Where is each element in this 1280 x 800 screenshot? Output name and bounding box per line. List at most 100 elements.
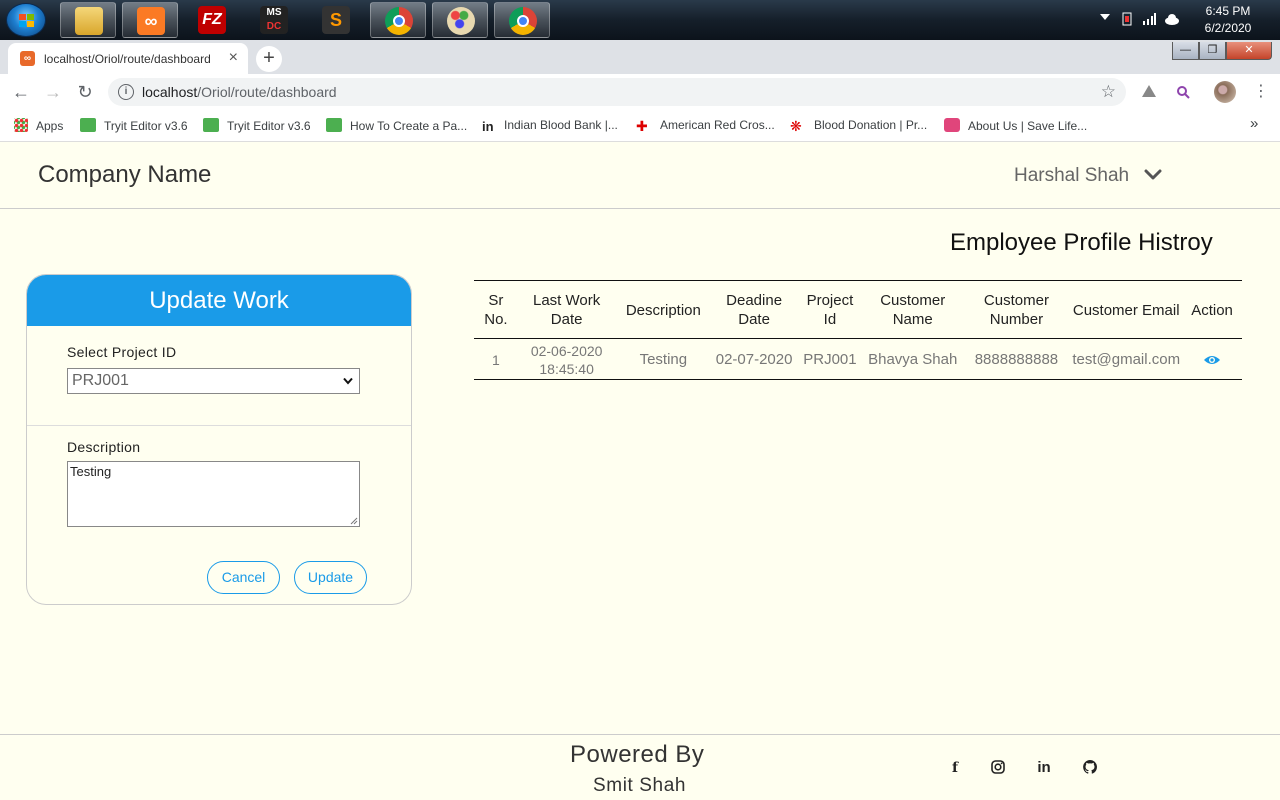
cell-customer-number: 8888888888 — [974, 351, 1059, 368]
bookmark-save-life[interactable]: About Us | Save Life... — [944, 118, 1087, 133]
maximize-button[interactable]: ❐ — [1199, 42, 1226, 60]
new-tab-button[interactable]: + — [256, 46, 282, 72]
url-text[interactable]: localhost/Oriol/route/dashboard — [142, 84, 337, 100]
cell-action — [1182, 339, 1242, 380]
cell-last-work-date: 02-06-2020 18:45:40 — [530, 343, 603, 377]
close-window-button[interactable]: ✕ — [1226, 42, 1272, 60]
bookmark-tryit-2[interactable]: Tryit Editor v3.6 — [203, 118, 311, 133]
browser-tab-strip: ∞ localhost/Oriol/route/dashboard × + — ❐… — [0, 40, 1280, 74]
cell-description: Testing — [639, 351, 688, 368]
project-id-label: Select Project ID — [67, 344, 177, 360]
chevron-down-icon[interactable] — [1144, 169, 1162, 181]
window-controls: — ❐ ✕ — [1172, 40, 1272, 60]
bookmark-indian-blood-bank[interactable]: in Indian Blood Bank |... — [482, 118, 618, 134]
bookmark-red-cross[interactable]: ✚ American Red Cros... — [636, 118, 775, 133]
profile-avatar[interactable] — [1214, 81, 1236, 103]
back-arrow-icon[interactable]: ← — [10, 81, 32, 103]
taskbar-sublime[interactable]: S — [308, 2, 364, 38]
page-footer: Powered By Smit Shah f in — [0, 734, 1280, 800]
description-label: Description — [67, 439, 141, 455]
cancel-button[interactable]: Cancel — [207, 561, 280, 594]
powered-by-text: Powered By — [570, 741, 705, 768]
taskbar-filezilla[interactable]: FZ — [184, 2, 240, 38]
tab-close-icon[interactable]: × — [229, 49, 238, 67]
tab-title: localhost/Oriol/route/dashboard — [44, 52, 211, 66]
bookmark-how-to[interactable]: How To Create a Pa... — [326, 118, 467, 133]
drive-extension-icon[interactable] — [1140, 83, 1158, 101]
history-table: Sr No. Last Work Date Description Deadin… — [474, 280, 1242, 380]
resize-grip-icon[interactable] — [350, 517, 358, 525]
bookmark-label: About Us | Save Life... — [968, 119, 1088, 133]
heart-badge-icon — [944, 118, 960, 132]
windows-logo-icon — [19, 14, 35, 28]
col-customer-name: Customer Name — [880, 292, 946, 328]
bookmark-label: Apps — [36, 119, 64, 133]
start-button[interactable] — [6, 3, 46, 37]
bookmark-blood-donation[interactable]: ❋ Blood Donation | Pr... — [790, 118, 927, 133]
github-icon[interactable] — [1081, 759, 1099, 777]
taskbar-explorer[interactable] — [60, 2, 116, 38]
chrome-icon — [509, 7, 537, 35]
url-host: localhost — [142, 84, 198, 100]
bookmark-label: Indian Blood Bank |... — [504, 118, 618, 132]
chrome-menu-icon[interactable]: ⋮ — [1252, 83, 1270, 101]
tray-expand-icon[interactable] — [1100, 14, 1110, 20]
eye-icon[interactable] — [1203, 354, 1221, 366]
taskbar-ms-office[interactable]: MS DC — [246, 2, 302, 38]
minimize-button[interactable]: — — [1172, 42, 1199, 60]
cell-sr: 1 — [492, 352, 500, 368]
bookmark-label: How To Create a Pa... — [350, 119, 468, 133]
signal-icon[interactable] — [1142, 12, 1156, 26]
description-textarea[interactable]: Testing — [67, 461, 360, 527]
cell-customer-name: Bhavya Shah — [868, 351, 958, 368]
blood-drop-icon: ❋ — [790, 118, 802, 134]
cloud-icon[interactable] — [1164, 12, 1179, 26]
taskbar-chrome[interactable] — [370, 2, 426, 38]
bookmark-apps[interactable]: Apps — [14, 118, 63, 133]
forward-arrow-icon[interactable]: → — [42, 81, 64, 103]
user-name[interactable]: Harshal Shah — [1014, 165, 1129, 187]
browser-toolbar: ← → ↻ i localhost/Oriol/route/dashboard … — [0, 74, 1280, 110]
apps-grid-icon — [14, 118, 28, 132]
update-work-card: Update Work Select Project ID PRJ001 Des… — [26, 274, 412, 605]
address-bar[interactable]: i localhost/Oriol/route/dashboard ☆ — [108, 78, 1126, 106]
form-divider — [27, 425, 411, 426]
taskbar-paint[interactable] — [432, 2, 488, 38]
linkedin-icon[interactable]: in — [1035, 759, 1053, 777]
author-name: Smit Shah — [593, 775, 687, 796]
explorer-icon — [75, 7, 103, 35]
taskbar-chrome-2[interactable] — [494, 2, 550, 38]
project-id-value: PRJ001 — [72, 372, 129, 389]
clock-date[interactable]: 6/2/2020 — [1198, 21, 1258, 35]
update-button[interactable]: Update — [294, 561, 367, 594]
battery-icon[interactable] — [1120, 12, 1134, 26]
filezilla-icon: FZ — [198, 6, 226, 34]
card-title: Update Work — [27, 275, 411, 326]
red-cross-icon: ✚ — [636, 118, 648, 134]
col-last-work-date: Last Work Date — [533, 292, 601, 328]
w3schools-icon — [203, 118, 219, 132]
col-project-id: Project Id — [806, 292, 854, 328]
bookmarks-overflow-icon[interactable]: » — [1250, 115, 1258, 132]
col-action: Action — [1191, 301, 1233, 319]
instagram-icon[interactable] — [989, 759, 1007, 777]
reload-icon[interactable]: ↻ — [74, 81, 96, 103]
bookmark-tryit-1[interactable]: Tryit Editor v3.6 — [80, 118, 188, 133]
cell-customer-email: test@gmail.com — [1072, 351, 1181, 368]
table-row: 1 02-06-2020 18:45:40 Testing 02-07-2020… — [474, 339, 1242, 380]
site-info-icon[interactable]: i — [118, 84, 134, 100]
bookmark-star-icon[interactable]: ☆ — [1101, 82, 1116, 102]
bookmark-label: Tryit Editor v3.6 — [104, 119, 188, 133]
company-name[interactable]: Company Name — [38, 161, 211, 189]
col-customer-email: Customer Email — [1072, 301, 1180, 319]
clock-time[interactable]: 6:45 PM — [1198, 4, 1258, 18]
section-title: Employee Profile Histroy — [950, 229, 1213, 256]
w3schools-icon — [80, 118, 96, 132]
facebook-icon[interactable]: f — [946, 759, 964, 777]
search-extension-icon[interactable] — [1174, 83, 1192, 101]
cell-deadline: 02-07-2020 — [715, 351, 793, 368]
bookmark-label: Blood Donation | Pr... — [814, 118, 928, 132]
taskbar-xampp[interactable]: ∞ — [122, 2, 178, 38]
browser-tab[interactable]: ∞ localhost/Oriol/route/dashboard × — [8, 43, 248, 74]
project-id-select[interactable]: PRJ001 — [67, 368, 360, 394]
